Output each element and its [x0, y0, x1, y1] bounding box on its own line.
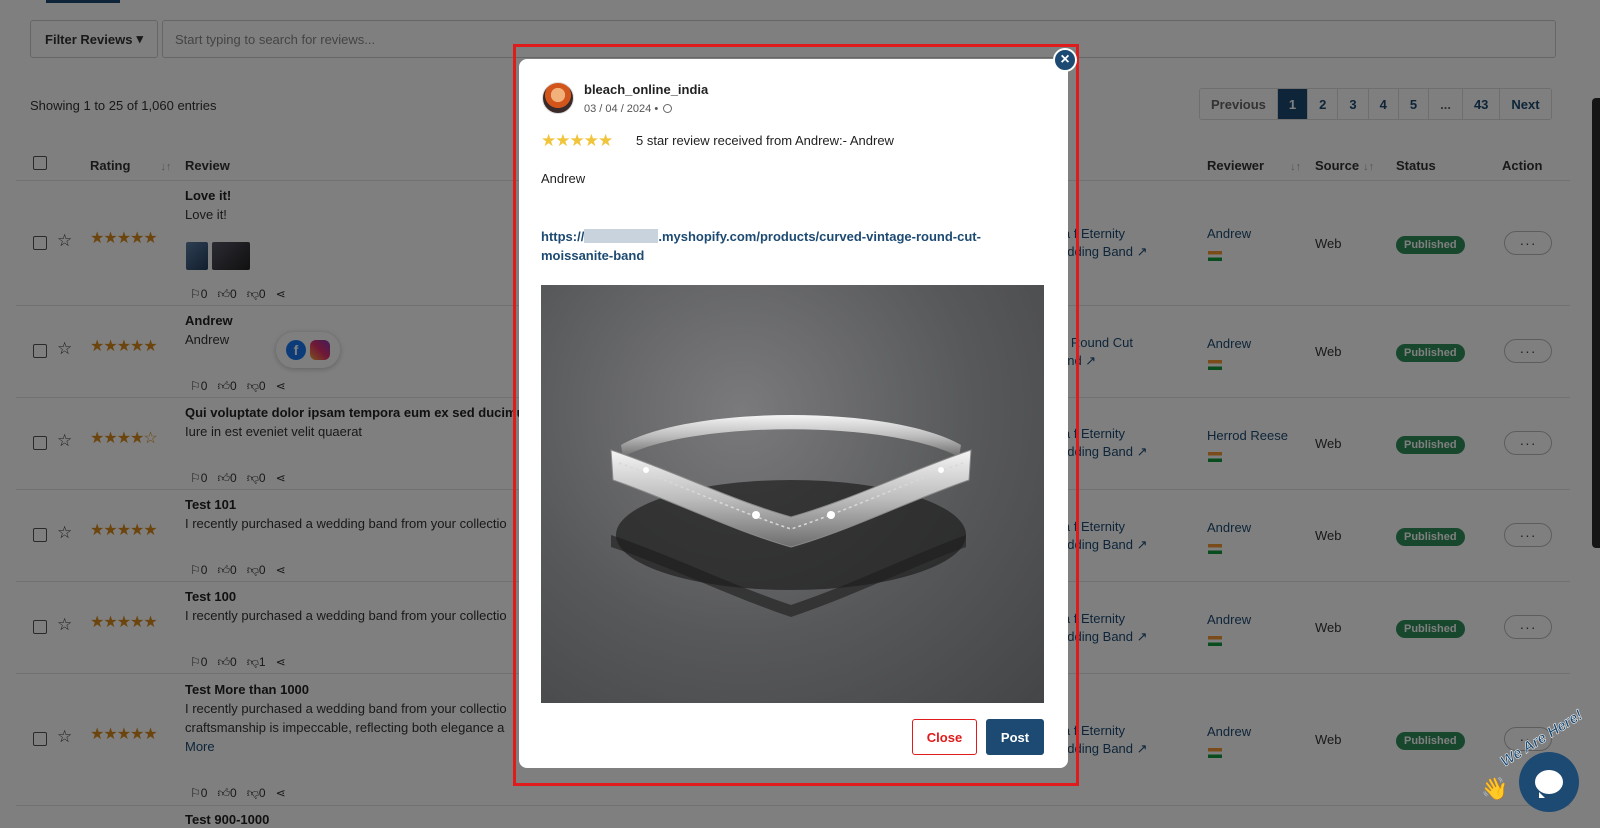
close-button[interactable]: Close: [912, 719, 977, 755]
modal-product-link[interactable]: https://.myshopify.com/products/curved-v…: [541, 227, 1045, 265]
product-image: [541, 285, 1044, 703]
chat-bubble-icon: [1535, 770, 1563, 798]
globe-icon: [663, 104, 673, 113]
redacted-domain: [584, 229, 659, 243]
post-button[interactable]: Post: [986, 719, 1044, 755]
modal-headline: 5 star review received from Andrew:- And…: [636, 133, 894, 148]
waving-hand-icon: 👋: [1481, 776, 1509, 801]
modal-username: bleach_online_india: [584, 82, 709, 97]
chat-launcher-button[interactable]: [1519, 752, 1579, 812]
avatar: [542, 82, 574, 114]
modal-date: 03 / 04 / 2024 •: [584, 103, 673, 115]
modal-close-icon[interactable]: ×: [1053, 48, 1077, 72]
modal-rating-stars: ★★★★★: [541, 131, 613, 150]
ring-illustration: [610, 415, 972, 617]
modal-review-body: Andrew: [541, 171, 586, 186]
